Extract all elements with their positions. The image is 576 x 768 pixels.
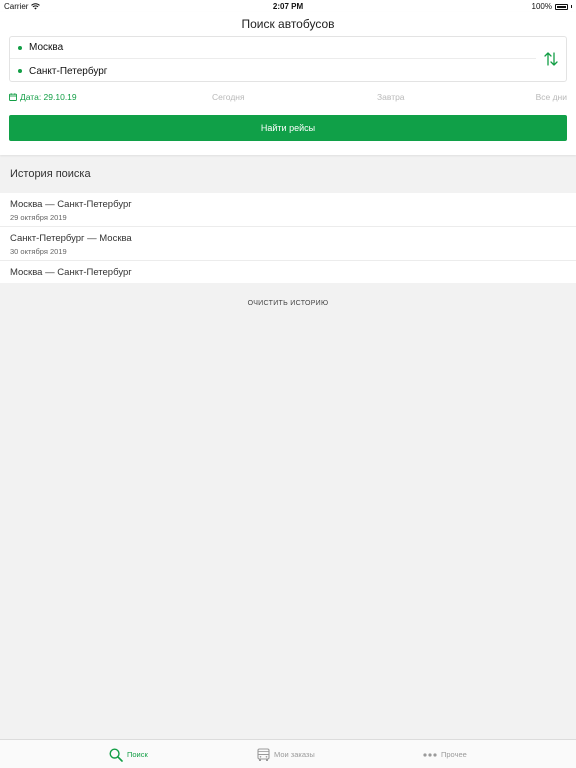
history-item-route: Санкт-Петербург — Москва [10,233,132,244]
to-dot-icon [18,69,22,73]
search-panel: Поиск автобусов Москва Санкт-Петербург Д… [0,12,576,155]
search-icon [109,747,123,762]
from-value: Москва [29,42,64,53]
battery-percent: 100% [531,2,552,11]
page-title: Поиск автобусов [241,17,335,31]
clear-history-button[interactable]: ОЧИСТИТЬ ИСТОРИЮ [0,300,576,307]
date-row: Дата: 29.10.19 Сегодня Завтра Все дни [9,92,567,104]
history-item-route: Москва — Санкт-Петербург [10,267,132,278]
tab-my-orders-label: Мои заказы [274,750,315,759]
tab-more[interactable]: Прочее [423,740,467,768]
history-item-route: Москва — Санкт-Петербург [10,199,132,210]
route-box: Москва Санкт-Петербург [9,36,567,82]
tab-bar: Поиск Мои заказы Прочее [0,739,576,768]
to-field[interactable]: Санкт-Петербург [10,60,536,82]
tab-search[interactable]: Поиск [109,740,148,768]
bus-icon [257,747,270,761]
tab-more-label: Прочее [441,750,467,759]
status-bar: Carrier 2:07 PM 100% [0,0,576,12]
status-time: 2:07 PM [272,2,304,11]
history-item[interactable]: Москва — Санкт-Петербург 29 октября 2019 [0,193,576,227]
date-today-option[interactable]: Сегодня [212,92,245,102]
history-list: Москва — Санкт-Петербург 29 октября 2019… [0,193,576,283]
battery-group: 100% [532,2,572,11]
battery-tip [571,5,572,8]
to-value: Санкт-Петербург [29,65,108,77]
date-all-days-option[interactable]: Все дни [536,92,567,102]
tab-search-label: Поиск [127,750,148,759]
date-selected[interactable]: Дата: 29.10.19 [9,92,77,102]
history-item-date: 29 октября 2019 [10,213,67,222]
history-title: История поиска [10,168,91,180]
from-field[interactable]: Москва [10,37,536,59]
history-item[interactable]: Санкт-Петербург — Москва 30 октября 2019 [0,227,576,261]
history-item[interactable]: Москва — Санкт-Петербург [0,261,576,283]
from-dot-icon [18,45,22,50]
history-item-date: 30 октября 2019 [10,247,67,256]
calendar-icon [9,93,17,101]
date-tomorrow-option[interactable]: Завтра [377,92,405,102]
date-selected-label: Дата: 29.10.19 [20,92,77,102]
find-trips-button[interactable]: Найти рейсы [9,115,567,141]
tab-my-orders[interactable]: Мои заказы [257,740,315,768]
swap-vertical-arrows-icon[interactable] [543,51,559,67]
battery-icon [555,3,568,10]
more-dots-icon [423,752,437,757]
